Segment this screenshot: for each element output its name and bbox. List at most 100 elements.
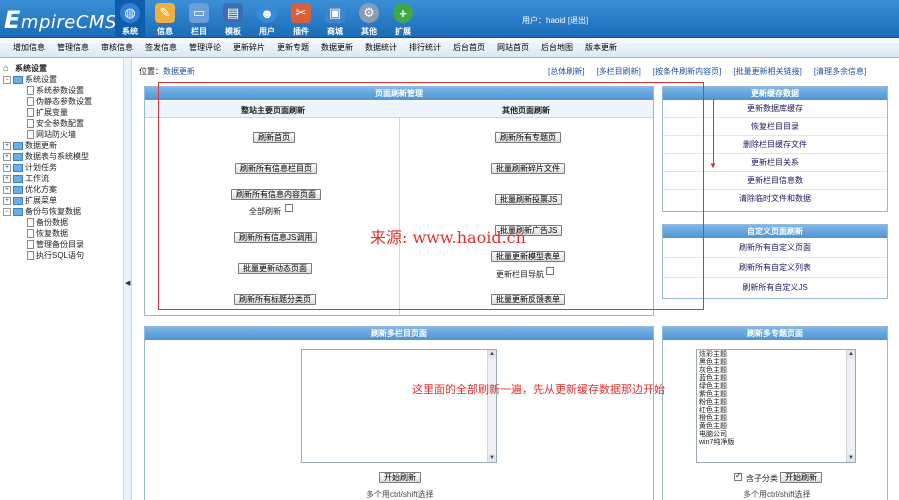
link-batch-update-links[interactable]: [批量更新相关链接] <box>733 66 801 77</box>
tree-item[interactable]: 恢复数据 <box>0 228 123 239</box>
topic-option[interactable]: 绿色主题 <box>699 383 734 391</box>
topic-option[interactable]: 炫彩主题 <box>699 351 734 359</box>
subnav-admin-home[interactable]: 后台首页 <box>453 42 485 53</box>
expand-icon[interactable]: + <box>3 141 11 150</box>
tree-item[interactable]: + 优化方案 <box>0 184 123 195</box>
tree-item[interactable]: + 数据表与系统模型 <box>0 151 123 162</box>
tree-item[interactable]: 系统参数设置 <box>0 85 123 96</box>
subnav-update-topics[interactable]: 更新专题 <box>277 42 309 53</box>
tree-item[interactable]: 安全参数配置 <box>0 118 123 129</box>
empirecms-logo: EmpireCMS <box>4 6 117 34</box>
nav-shop[interactable]: ▣ 商城 <box>321 0 349 38</box>
start-refresh-columns-button[interactable]: 开始刷新 <box>379 472 421 483</box>
nav-plugin[interactable]: ✂ 插件 <box>287 0 315 38</box>
expand-icon[interactable]: + <box>3 163 11 172</box>
collapse-icon[interactable]: − <box>3 75 11 84</box>
tree-item[interactable]: 备份数据 <box>0 217 123 228</box>
subnav-admin-map[interactable]: 后台地图 <box>541 42 573 53</box>
topic-option[interactable]: 黑色主题 <box>699 359 734 367</box>
tree-item[interactable]: 管理备份目录 <box>0 239 123 250</box>
home-icon: ⌂ <box>3 62 10 74</box>
folder-icon <box>13 185 23 194</box>
tree-root[interactable]: ⌂ 系统设置 <box>0 63 123 74</box>
scroll-down-icon[interactable]: ▼ <box>847 454 855 462</box>
scroll-up-icon[interactable]: ▲ <box>847 350 855 358</box>
subnav-review-info[interactable]: 审核信息 <box>101 42 133 53</box>
link-clean-extra-info[interactable]: [清理多余信息] <box>814 66 866 77</box>
topic-option[interactable]: 橙色主题 <box>699 415 734 423</box>
subnav-manage-comments[interactable]: 管理评论 <box>189 42 221 53</box>
topic-option[interactable]: 紫色主题 <box>699 391 734 399</box>
column-select-list[interactable]: ▲ ▼ <box>301 349 497 463</box>
topic-option[interactable]: 粉色主题 <box>699 399 734 407</box>
plus-icon: + <box>393 3 413 23</box>
scroll-down-icon[interactable]: ▼ <box>488 454 496 462</box>
nav-extend[interactable]: + 扩展 <box>389 0 417 38</box>
start-refresh-topics-button[interactable]: 开始刷新 <box>780 472 822 483</box>
multi-topic-refresh-panel: 刷新多专题页面 炫彩主题 黑色主题 灰色主题 蓝色主题 绿色主题 紫色主题 粉色… <box>662 326 888 500</box>
source-watermark: 来源: www.haoid.cn <box>370 228 526 247</box>
tree-item[interactable]: − 备份与恢复数据 <box>0 206 123 217</box>
subnav-data-update[interactable]: 数据更新 <box>321 42 353 53</box>
tree-item[interactable]: 执行SQL语句 <box>0 250 123 261</box>
logout-link[interactable]: [退出] <box>568 16 588 25</box>
topic-option[interactable]: win7纯净版 <box>699 439 734 447</box>
expand-icon[interactable]: + <box>3 196 11 205</box>
breadcrumb-link[interactable]: 数据更新 <box>163 67 195 76</box>
document-icon <box>27 130 34 139</box>
tree-item[interactable]: 网站防火墙 <box>0 129 123 140</box>
panel-title: 刷新多专题页面 <box>663 327 887 340</box>
subnav-site-home[interactable]: 网站首页 <box>497 42 529 53</box>
topic-option[interactable]: 红色主题 <box>699 407 734 415</box>
shop-icon: ▣ <box>325 3 345 23</box>
document-icon <box>27 119 34 128</box>
link-multi-column-refresh[interactable]: [多栏目刷新] <box>596 66 640 77</box>
expand-icon[interactable]: + <box>3 152 11 161</box>
annotation-arrow-head-icon: ▼ <box>709 161 717 170</box>
highlight-box <box>158 82 704 310</box>
tree-item[interactable]: + 扩展菜单 <box>0 195 123 206</box>
expand-icon[interactable]: + <box>3 185 11 194</box>
sidebar-tree: ⌂ 系统设置 − 系统设置 系统参数设置 伪静态参数设置 扩展变量 安全参数配置 网… <box>0 59 124 500</box>
nav-other[interactable]: ⚙ 其他 <box>355 0 383 38</box>
include-subclass-checkbox[interactable] <box>734 471 742 481</box>
tree-item[interactable]: 伪静态参数设置 <box>0 96 123 107</box>
collapse-arrow-icon[interactable]: ◀ <box>125 279 130 287</box>
tree-item[interactable]: + 工作流 <box>0 173 123 184</box>
tree-item[interactable]: + 数据更新 <box>0 140 123 151</box>
topic-option[interactable]: 灰色主题 <box>699 367 734 375</box>
scroll-up-icon[interactable]: ▲ <box>488 350 496 358</box>
nav-column[interactable]: ▭ 栏目 <box>185 0 213 38</box>
tree-item[interactable]: 扩展变量 <box>0 107 123 118</box>
link-full-refresh[interactable]: [总体刷新] <box>548 66 584 77</box>
subnav-add-info[interactable]: 增加信息 <box>13 42 45 53</box>
nav-user[interactable]: ☻ 用户 <box>253 0 281 38</box>
multi-select-hint: 多个用ctrl/shift选择 <box>366 490 434 499</box>
sub-nav: 增加信息 管理信息 审核信息 签发信息 管理评论 更新碎片 更新专题 数据更新 … <box>0 38 899 58</box>
subnav-manage-info[interactable]: 管理信息 <box>57 42 89 53</box>
scrollbar[interactable]: ▲ ▼ <box>487 350 496 462</box>
subnav-version-update[interactable]: 版本更新 <box>585 42 617 53</box>
folder-icon <box>13 174 23 183</box>
scrollbar[interactable]: ▲ ▼ <box>846 350 855 462</box>
nav-system[interactable]: ◍ 系统 <box>115 0 145 38</box>
nav-template[interactable]: ▤ 模板 <box>219 0 247 38</box>
link-conditional-refresh[interactable]: [按条件刷新内容页] <box>653 66 721 77</box>
tools-icon: ✂ <box>291 3 311 23</box>
topic-option[interactable]: 电脑公司 <box>699 431 734 439</box>
collapse-icon[interactable]: − <box>3 207 11 216</box>
gear-icon: ⚙ <box>359 3 379 23</box>
tree-item[interactable]: − 系统设置 <box>0 74 123 85</box>
subnav-data-stats[interactable]: 数据统计 <box>365 42 397 53</box>
document-icon <box>27 86 34 95</box>
subnav-update-fragments[interactable]: 更新碎片 <box>233 42 265 53</box>
topic-select-list[interactable]: 炫彩主题 黑色主题 灰色主题 蓝色主题 绿色主题 紫色主题 粉色主题 红色主题 … <box>696 349 856 463</box>
subnav-rank-stats[interactable]: 排行统计 <box>409 42 441 53</box>
sidebar-splitter[interactable]: ◀ <box>124 59 132 500</box>
topic-option[interactable]: 黄色主题 <box>699 423 734 431</box>
nav-info[interactable]: ✎ 信息 <box>151 0 179 38</box>
topic-option[interactable]: 蓝色主题 <box>699 375 734 383</box>
subnav-sign-info[interactable]: 签发信息 <box>145 42 177 53</box>
tree-item[interactable]: + 计划任务 <box>0 162 123 173</box>
expand-icon[interactable]: + <box>3 174 11 183</box>
